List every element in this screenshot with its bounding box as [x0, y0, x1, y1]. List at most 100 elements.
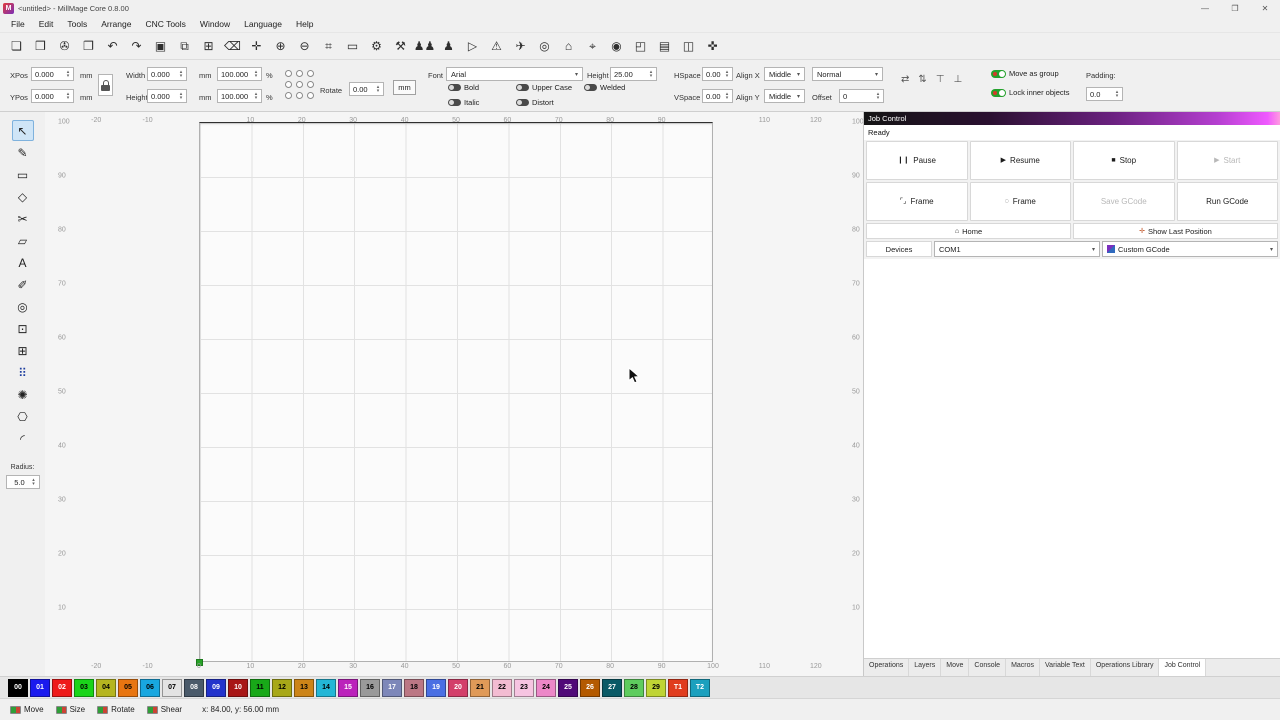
palette-swatch-24[interactable]: 24 — [536, 679, 556, 697]
palette-swatch-21[interactable]: 21 — [470, 679, 490, 697]
edit-nodes-tool-button[interactable]: ✂ — [12, 208, 34, 229]
pause-button[interactable]: ❙❙Pause — [866, 141, 968, 180]
home-machine-button[interactable]: ⌂ — [560, 37, 577, 56]
xpos-input[interactable]: 0.000 — [31, 67, 74, 81]
font-select[interactable]: Arial — [446, 67, 583, 81]
warning-status-button[interactable]: ⚠ — [488, 37, 505, 56]
redo-button[interactable]: ↷ — [128, 37, 145, 56]
home-button[interactable]: ⌂ Home — [866, 223, 1071, 239]
focus-z-button[interactable]: ✜ — [704, 37, 721, 56]
hspace-input[interactable]: 0.00 — [702, 67, 733, 81]
spinner-arrows-icon[interactable] — [647, 70, 655, 78]
height-percent-input[interactable]: 100.000 — [217, 89, 262, 103]
delete-button[interactable]: ⌫ — [224, 37, 241, 56]
palette-swatch-27[interactable]: 27 — [602, 679, 622, 697]
lock-aspect-button[interactable] — [98, 74, 113, 96]
align-x-select[interactable]: Middle — [764, 67, 805, 81]
duplicate-button[interactable]: ⊞ — [200, 37, 217, 56]
zoom-in-button[interactable]: ⊕ — [272, 37, 289, 56]
distort-toggle[interactable]: Distort — [516, 98, 554, 107]
palette-swatch-06[interactable]: 06 — [140, 679, 160, 697]
zoom-out-button[interactable]: ⊖ — [296, 37, 313, 56]
set-origin-button[interactable]: ◉ — [608, 37, 625, 56]
width-percent-input[interactable]: 100.000 — [217, 67, 262, 81]
style-select[interactable]: Normal — [812, 67, 883, 81]
polygon-shape-tool-button[interactable]: ⎔ — [12, 406, 34, 427]
frame-selection-button[interactable]: ⌗ — [320, 37, 337, 56]
boolean-weld-tool-button[interactable]: ⊞ — [12, 340, 34, 361]
palette-swatch-12[interactable]: 12 — [272, 679, 292, 697]
shear-handle-toggle[interactable]: Shear — [147, 705, 182, 714]
tab-move[interactable]: Move — [941, 659, 969, 676]
go-to-origin-button[interactable]: ⌖ — [584, 37, 601, 56]
width-input[interactable]: 0.000 — [147, 67, 187, 81]
padding-input[interactable]: 0.0 — [1086, 87, 1123, 101]
units-button[interactable]: mm — [393, 80, 416, 95]
undo-button[interactable]: ↶ — [104, 37, 121, 56]
measure-tool-button[interactable]: ✐ — [12, 274, 34, 295]
spinner-arrows-icon[interactable] — [64, 70, 72, 78]
bold-toggle[interactable]: Bold — [448, 83, 479, 92]
minimize-button[interactable]: — — [1190, 0, 1220, 16]
rotate-handle-toggle[interactable]: Rotate — [97, 705, 135, 714]
palette-swatch-09[interactable]: 09 — [206, 679, 226, 697]
welded-toggle[interactable]: Welded — [584, 83, 625, 92]
material-library-button[interactable]: ▤ — [656, 37, 673, 56]
settings-gear-button[interactable]: ⚙ — [368, 37, 385, 56]
send-to-machine-button[interactable]: ✈ — [512, 37, 529, 56]
offset-shape-tool-button[interactable]: ⊡ — [12, 318, 34, 339]
open-file-button[interactable]: ❒ — [32, 37, 49, 56]
menu-arrange[interactable]: Arrange — [94, 19, 138, 29]
text-tool-button[interactable]: A — [12, 252, 34, 273]
paste-button[interactable]: ▣ — [152, 37, 169, 56]
close-button[interactable]: ✕ — [1250, 0, 1280, 16]
palette-swatch-07[interactable]: 07 — [162, 679, 182, 697]
size-handle-toggle[interactable]: Size — [56, 705, 86, 714]
spinner-arrows-icon[interactable] — [252, 70, 260, 78]
palette-swatch-03[interactable]: 03 — [74, 679, 94, 697]
align-y-select[interactable]: Middle — [764, 89, 805, 103]
height-input[interactable]: 0.000 — [147, 89, 187, 103]
copy-button[interactable]: ⧉ — [176, 37, 193, 56]
rotary-setup-button[interactable]: ◫ — [680, 37, 697, 56]
user-profile-button[interactable]: ♟ — [440, 37, 457, 56]
palette-swatch-04[interactable]: 04 — [96, 679, 116, 697]
frame-circle-button[interactable]: ◌Frame — [970, 182, 1072, 221]
draw-circle-tool-button[interactable]: ◎ — [12, 296, 34, 317]
palette-swatch-18[interactable]: 18 — [404, 679, 424, 697]
palette-swatch-15[interactable]: 15 — [338, 679, 358, 697]
palette-swatch-16[interactable]: 16 — [360, 679, 380, 697]
align-top-icon[interactable]: ⊤ — [936, 74, 945, 85]
draw-line-tool-button[interactable]: ✎ — [12, 142, 34, 163]
start-job-button[interactable]: ▷ — [464, 37, 481, 56]
spinner-arrows-icon[interactable] — [374, 85, 382, 93]
spinner-arrows-icon[interactable] — [723, 70, 731, 78]
tab-console[interactable]: Console — [969, 659, 1006, 676]
menu-tools[interactable]: Tools — [60, 19, 94, 29]
menu-window[interactable]: Window — [193, 19, 237, 29]
palette-swatch-19[interactable]: 19 — [426, 679, 446, 697]
machine-workspace[interactable] — [199, 122, 713, 662]
stop-button[interactable]: ■Stop — [1073, 141, 1175, 180]
select-tool-button[interactable]: ↖ — [12, 120, 34, 141]
start-button[interactable]: ▶Start — [1177, 141, 1279, 180]
spinner-arrows-icon[interactable] — [874, 92, 882, 100]
italic-toggle[interactable]: Italic — [448, 98, 479, 107]
menu-language[interactable]: Language — [237, 19, 289, 29]
run-gcode-button[interactable]: Run GCode — [1177, 182, 1279, 221]
palette-swatch-28[interactable]: 28 — [624, 679, 644, 697]
gear-generator-tool-button[interactable]: ✺ — [12, 384, 34, 405]
preview-window-button[interactable]: ▭ — [344, 37, 361, 56]
tab-job-control[interactable]: Job Control — [1159, 659, 1206, 676]
devices-button[interactable]: Devices — [866, 241, 932, 257]
fillet-corner-tool-button[interactable]: ◜ — [12, 428, 34, 449]
mirror-vertical-icon[interactable]: ⇅ — [918, 74, 926, 85]
rotate-input[interactable]: 0.00 — [349, 82, 384, 96]
spinner-arrows-icon[interactable] — [64, 92, 72, 100]
save-gcode-button[interactable]: Save GCode — [1073, 182, 1175, 221]
anchor-point[interactable] — [307, 92, 314, 99]
probe-target-button[interactable]: ◎ — [536, 37, 553, 56]
machine-tools-button[interactable]: ⚒ — [392, 37, 409, 56]
ypos-input[interactable]: 0.000 — [31, 89, 74, 103]
pan-view-button[interactable]: ✛ — [248, 37, 265, 56]
